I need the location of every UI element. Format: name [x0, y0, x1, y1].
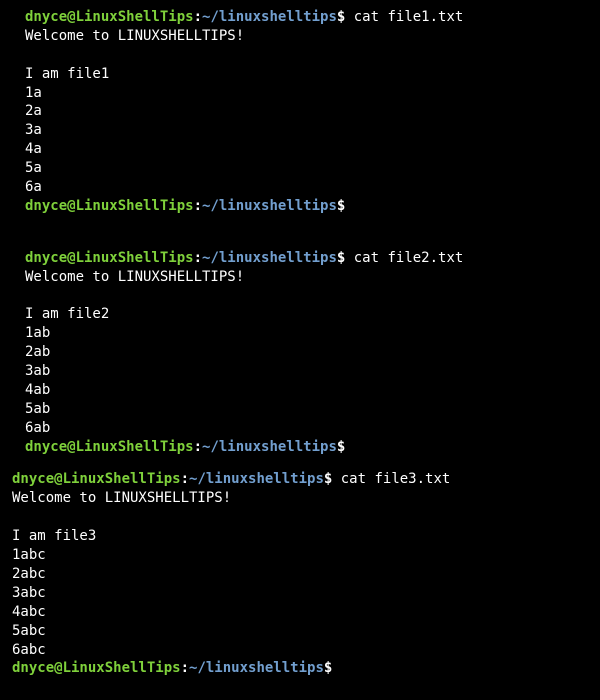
output-line: 3a [25, 121, 590, 140]
prompt-colon: : [194, 439, 202, 455]
output-line: I am file3 [12, 527, 590, 546]
output-line: Welcome to LINUXSHELLTIPS! [12, 489, 590, 508]
prompt-user-host: dnyce@LinuxShellTips [25, 198, 194, 214]
output-line: 3ab [25, 362, 590, 381]
prompt-path: ~/linuxshelltips [189, 471, 324, 487]
command-text [345, 198, 353, 214]
prompt-colon: : [194, 198, 202, 214]
output-line [25, 286, 590, 305]
output-line: 3abc [12, 584, 590, 603]
terminal-block: dnyce@LinuxShellTips:~/linuxshelltips$ c… [0, 241, 600, 463]
prompt-colon: : [181, 660, 189, 676]
output-line: Welcome to LINUXSHELLTIPS! [25, 268, 590, 287]
output-line: Welcome to LINUXSHELLTIPS! [25, 27, 590, 46]
prompt-line: dnyce@LinuxShellTips:~/linuxshelltips$ [12, 659, 590, 678]
prompt-line: dnyce@LinuxShellTips:~/linuxshelltips$ [25, 438, 590, 457]
output-line: 5abc [12, 622, 590, 641]
command-text: cat file1.txt [345, 9, 463, 25]
output-line: 1a [25, 84, 590, 103]
output-line: I am file2 [25, 305, 590, 324]
output-line: 5ab [25, 400, 590, 419]
prompt-line: dnyce@LinuxShellTips:~/linuxshelltips$ [25, 197, 590, 216]
output-line: 4ab [25, 381, 590, 400]
prompt-path: ~/linuxshelltips [189, 660, 324, 676]
output-line [25, 46, 590, 65]
prompt-colon: : [194, 250, 202, 266]
prompt-user-host: dnyce@LinuxShellTips [25, 250, 194, 266]
output-line: 5a [25, 159, 590, 178]
command-text [332, 660, 340, 676]
output-line: 6abc [12, 641, 590, 660]
output-line: 1abc [12, 546, 590, 565]
prompt-user-host: dnyce@LinuxShellTips [25, 9, 194, 25]
command-text: cat file3.txt [332, 471, 450, 487]
output-line [12, 508, 590, 527]
terminal[interactable]: dnyce@LinuxShellTips:~/linuxshelltips$ c… [0, 0, 600, 684]
output-line: 6ab [25, 419, 590, 438]
prompt-command-line: dnyce@LinuxShellTips:~/linuxshelltips$ c… [25, 249, 590, 268]
blank-line [25, 216, 590, 235]
prompt-path: ~/linuxshelltips [202, 9, 337, 25]
output-line: 2ab [25, 343, 590, 362]
output-line: 4a [25, 140, 590, 159]
output-line: 4abc [12, 603, 590, 622]
prompt-user-host: dnyce@LinuxShellTips [12, 471, 181, 487]
prompt-path: ~/linuxshelltips [202, 439, 337, 455]
prompt-command-line: dnyce@LinuxShellTips:~/linuxshelltips$ c… [25, 8, 590, 27]
prompt-command-line: dnyce@LinuxShellTips:~/linuxshelltips$ c… [12, 470, 590, 489]
output-line: I am file1 [25, 65, 590, 84]
terminal-block: dnyce@LinuxShellTips:~/linuxshelltips$ c… [0, 0, 600, 241]
prompt-user-host: dnyce@LinuxShellTips [12, 660, 181, 676]
output-line: 2a [25, 102, 590, 121]
command-text: cat file2.txt [345, 250, 463, 266]
prompt-colon: : [181, 471, 189, 487]
prompt-path: ~/linuxshelltips [202, 250, 337, 266]
prompt-path: ~/linuxshelltips [202, 198, 337, 214]
output-line: 1ab [25, 324, 590, 343]
output-line: 6a [25, 178, 590, 197]
terminal-block: dnyce@LinuxShellTips:~/linuxshelltips$ c… [0, 462, 600, 684]
command-text [345, 439, 353, 455]
prompt-colon: : [194, 9, 202, 25]
prompt-user-host: dnyce@LinuxShellTips [25, 439, 194, 455]
output-line: 2abc [12, 565, 590, 584]
